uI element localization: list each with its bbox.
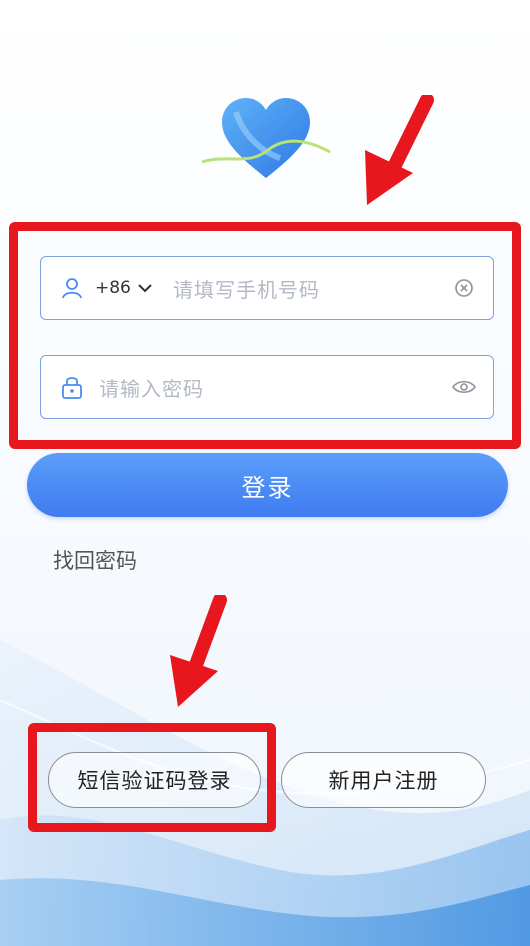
forgot-password-link[interactable]: 找回密码 — [53, 545, 137, 575]
highlight-box-sms-login — [28, 723, 276, 832]
app-logo — [201, 98, 331, 178]
highlight-box-login-fields — [9, 222, 521, 449]
red-arrow-icon — [365, 95, 434, 205]
register-button[interactable]: 新用户注册 — [281, 752, 486, 808]
red-arrow-icon — [170, 595, 227, 707]
login-button[interactable]: 登录 — [27, 453, 508, 517]
